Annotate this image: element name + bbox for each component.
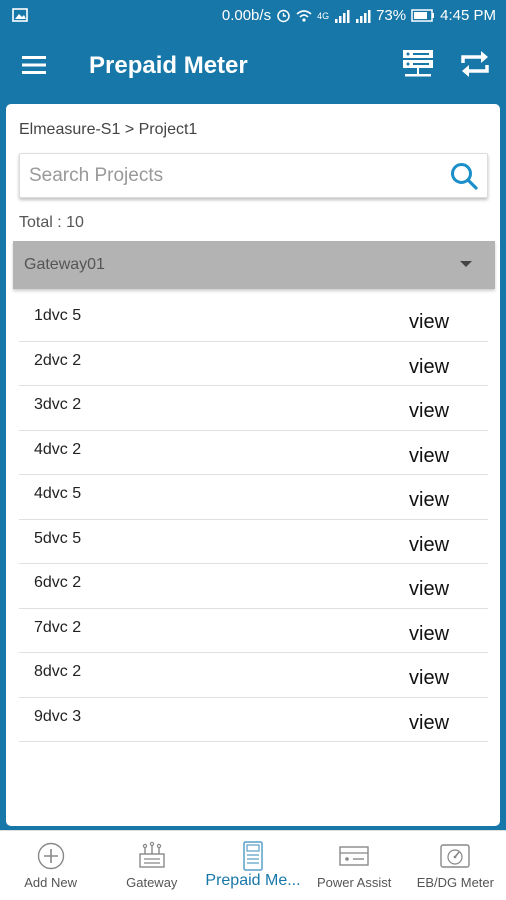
view-button[interactable]: view: [409, 667, 449, 690]
nav-label: EB/DG Meter: [416, 875, 494, 890]
nav-label: Prepaid Me...: [205, 872, 301, 889]
nav-label: Add New: [24, 875, 77, 890]
device-name: 8dvc 2: [34, 663, 82, 680]
list-item: 3dvc 2 view: [19, 386, 488, 431]
battery-percent: 73%: [376, 7, 407, 24]
bottom-navigation: Add New Gateway Prepaid Me... Power Assi…: [0, 830, 506, 900]
device-name: 9dvc 3: [34, 707, 82, 725]
gateway-dropdown[interactable]: Gateway01: [13, 241, 495, 289]
list-item: 6dvc 2 view: [19, 564, 488, 609]
list-item: 7dvc 2 view: [19, 609, 488, 653]
list-item: 4dvc 5 view: [19, 475, 488, 520]
device-name: 1dvc 5: [34, 307, 82, 324]
prepaid-meter-icon: [243, 841, 263, 871]
search-icon[interactable]: [449, 161, 479, 191]
status-bar: 0.00b/s 4G 73% 4:45 PM: [0, 0, 506, 32]
device-name: 7dvc 2: [34, 618, 82, 636]
device-name: 4dvc 5: [34, 485, 82, 502]
menu-icon[interactable]: [22, 54, 48, 76]
nav-eb-dg-meter[interactable]: EB/DG Meter: [405, 831, 506, 900]
page-title: Prepaid Meter: [89, 52, 248, 79]
add-circle-icon: [37, 842, 64, 870]
nav-add-new[interactable]: Add New: [0, 831, 101, 900]
sync-icon[interactable]: [457, 46, 493, 82]
device-name: 6dvc 2: [34, 574, 82, 591]
device-name: 5dvc 5: [34, 529, 82, 547]
alarm-icon: [277, 9, 290, 23]
list-item: 8dvc 2 view: [19, 653, 488, 698]
nav-prepaid-meter[interactable]: Prepaid Me...: [202, 831, 303, 900]
view-button[interactable]: view: [409, 400, 449, 423]
list-item: 9dvc 3 view: [19, 698, 488, 742]
nav-label: Gateway: [126, 875, 178, 890]
app-bar: Prepaid Meter: [0, 32, 506, 100]
nav-power-assist[interactable]: Power Assist: [304, 831, 405, 900]
network-type: 4G: [317, 10, 330, 21]
nav-label: Power Assist: [316, 875, 392, 890]
eb-dg-meter-icon: [440, 844, 471, 868]
gateway-selected-value: Gateway01: [24, 256, 105, 273]
dropdown-arrow-icon: [460, 261, 472, 267]
clock: 4:45 PM: [440, 7, 496, 24]
device-name: 2dvc 2: [34, 351, 82, 369]
list-item: 2dvc 2 view: [19, 342, 488, 386]
view-button[interactable]: view: [409, 623, 449, 646]
list-item: 1dvc 5 view: [19, 297, 488, 342]
search-input[interactable]: [29, 163, 429, 189]
device-name: 4dvc 2: [34, 440, 82, 458]
net-speed: 0.00b/s: [221, 7, 272, 24]
nav-gateway[interactable]: Gateway: [101, 831, 202, 900]
wifi-calling-icon: [296, 9, 312, 22]
view-button[interactable]: view: [409, 712, 449, 735]
list-item: 4dvc 2 view: [19, 431, 488, 475]
view-button[interactable]: view: [409, 311, 449, 334]
device-list: 1dvc 5 view 2dvc 2 view 3dvc 2 view 4dvc…: [19, 297, 488, 742]
server-icon[interactable]: [400, 46, 436, 82]
device-name: 3dvc 2: [34, 396, 82, 413]
breadcrumb: Elmeasure-S1 > Project1: [19, 121, 198, 138]
view-button[interactable]: view: [409, 489, 449, 512]
gateway-icon: [139, 841, 165, 868]
signal-icon-2: [356, 9, 371, 23]
signal-icon: [335, 9, 350, 23]
power-assist-icon: [339, 846, 369, 866]
search-box: [19, 153, 488, 198]
view-button[interactable]: view: [409, 578, 449, 601]
image-notification-icon: [12, 8, 28, 22]
battery-icon: [411, 9, 435, 22]
view-button[interactable]: view: [409, 356, 449, 379]
list-item: 5dvc 5 view: [19, 520, 488, 564]
view-button[interactable]: view: [409, 445, 449, 468]
content-card: Elmeasure-S1 > Project1 Total : 10 Gatew…: [6, 104, 500, 826]
total-count: Total : 10: [19, 214, 84, 231]
view-button[interactable]: view: [409, 534, 449, 557]
